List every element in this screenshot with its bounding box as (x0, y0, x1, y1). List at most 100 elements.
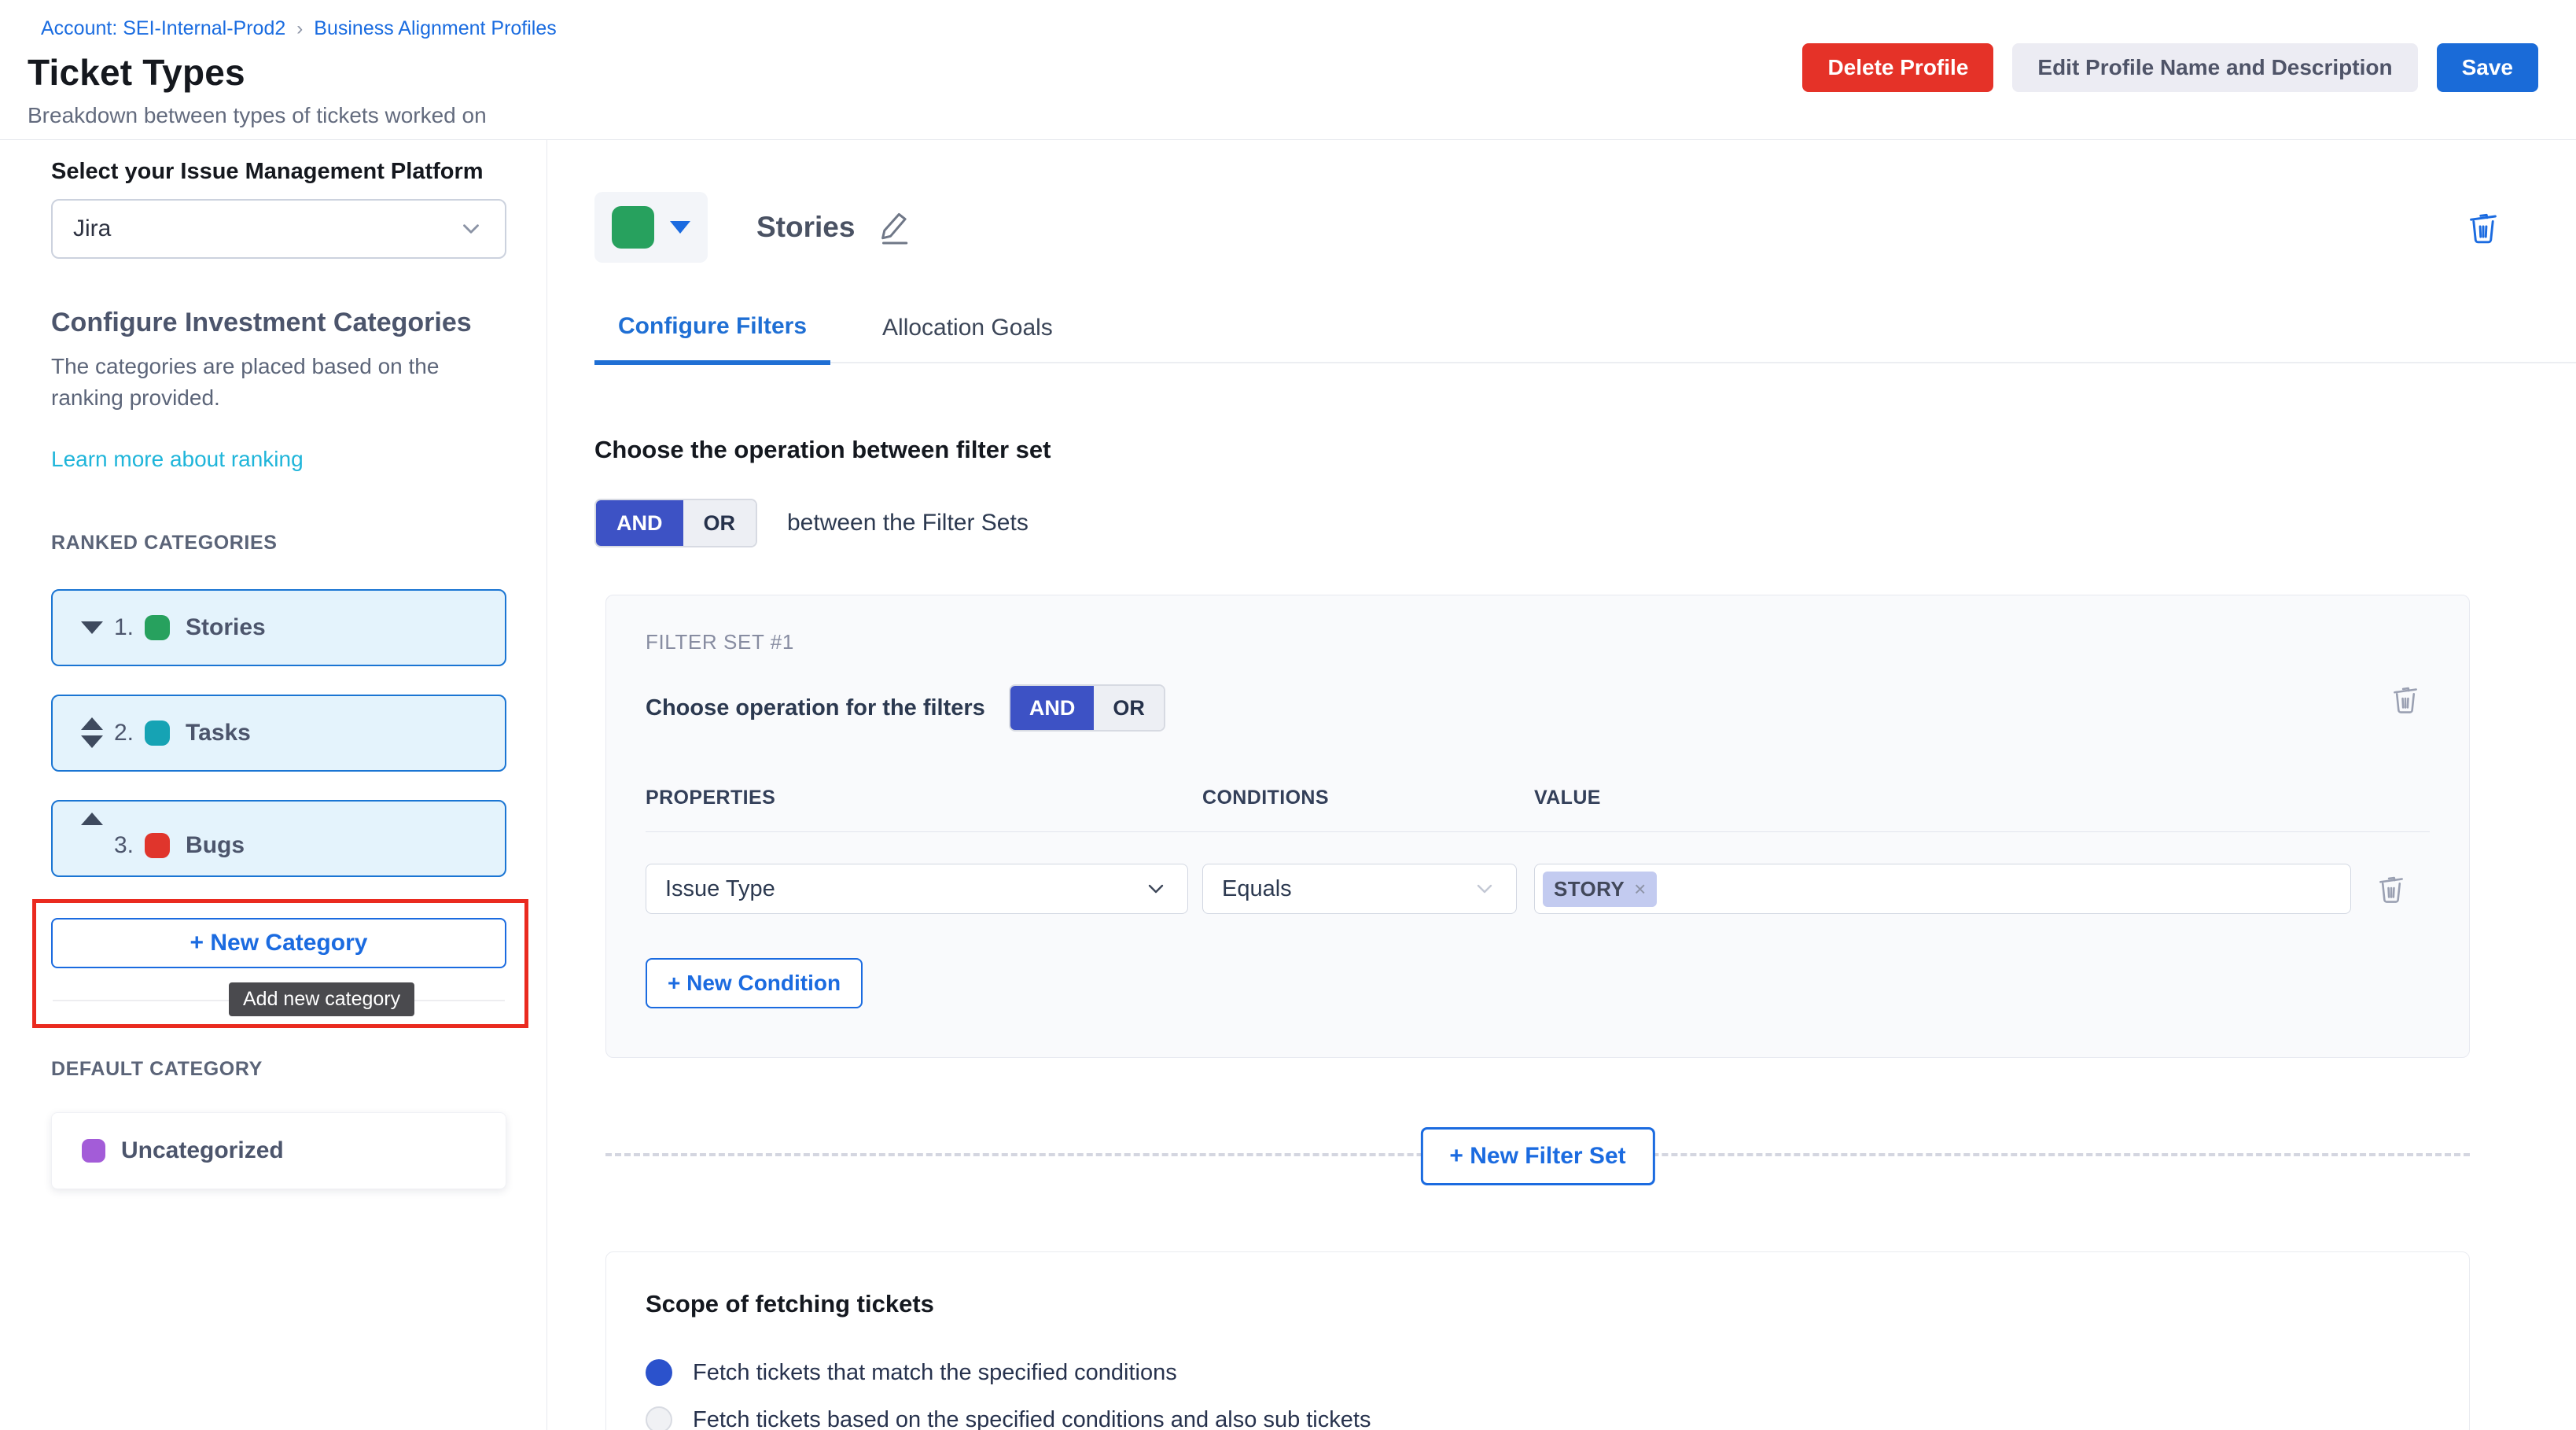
and-option[interactable]: AND (596, 500, 683, 546)
edit-category-name-icon[interactable] (875, 208, 913, 248)
category-color-dot (145, 721, 170, 746)
chevron-down-icon (1472, 876, 1497, 901)
top-bar: Account: SEI-Internal-Prod2 › Business A… (0, 0, 2576, 140)
new-condition-button[interactable]: + New Condition (646, 958, 863, 1008)
category-title: Stories (756, 211, 855, 244)
ranked-categories-label: RANKED CATEGORIES (51, 532, 506, 555)
scope-option-match[interactable]: Fetch tickets that match the specified c… (646, 1359, 2430, 1386)
ranked-category-list: 1. Stories 2. Tasks 3. Bugs (51, 589, 506, 877)
chevron-down-icon (458, 216, 484, 242)
or-option[interactable]: OR (683, 500, 756, 546)
tab-allocation-goals[interactable]: Allocation Goals (859, 315, 1076, 362)
breadcrumb-account-link[interactable]: Account: SEI-Internal-Prod2 (41, 17, 285, 40)
category-color-dot (145, 833, 170, 858)
delete-category-icon[interactable] (2463, 206, 2504, 249)
new-filter-set-button[interactable]: + New Filter Set (1420, 1127, 1654, 1185)
tab-bar: Configure Filters Allocation Goals (594, 313, 2576, 363)
filter-set-title: FILTER SET #1 (646, 630, 2430, 654)
category-name: Tasks (186, 720, 251, 746)
property-dropdown-value: Issue Type (665, 876, 775, 902)
category-card-stories[interactable]: 1. Stories (51, 589, 506, 666)
scope-option-label: Fetch tickets that match the specified c… (693, 1360, 1177, 1386)
new-category-button[interactable]: + New Category (51, 918, 506, 968)
category-color-dot (82, 1139, 105, 1163)
filter-operation-label: Choose operation for the filters (646, 695, 985, 721)
header-actions: Delete Profile Edit Profile Name and Des… (1802, 43, 2538, 92)
scope-title: Scope of fetching tickets (646, 1290, 2430, 1318)
or-option[interactable]: OR (1094, 686, 1164, 730)
sidebar: Select your Issue Management Platform Ji… (0, 140, 547, 1430)
breadcrumb-profiles-link[interactable]: Business Alignment Profiles (314, 17, 556, 40)
breadcrumb: Account: SEI-Internal-Prod2 › Business A… (41, 17, 2576, 40)
move-up-down-icon[interactable] (75, 717, 109, 748)
value-column-header: VALUE (1534, 787, 2430, 809)
and-option[interactable]: AND (1010, 686, 1095, 730)
category-color-picker[interactable] (594, 192, 708, 263)
toggle-caption: between the Filter Sets (787, 510, 1029, 536)
filter-set-operation-row: AND OR between the Filter Sets (594, 499, 2470, 547)
move-down-icon[interactable] (75, 621, 109, 634)
scope-options: Fetch tickets that match the specified c… (646, 1359, 2430, 1430)
edit-profile-button[interactable]: Edit Profile Name and Description (2012, 43, 2417, 92)
scope-option-label: Fetch tickets based on the specified con… (693, 1407, 1371, 1430)
properties-column-header: PROPERTIES (646, 787, 1202, 809)
category-color-dot (145, 615, 170, 640)
filters-and-or-toggle[interactable]: AND OR (1009, 684, 1165, 732)
and-or-toggle[interactable]: AND OR (594, 499, 757, 547)
platform-select-value: Jira (73, 216, 111, 242)
category-rank: 2. (114, 720, 134, 746)
new-filter-set-region: + New Filter Set (605, 1127, 2470, 1185)
page-body: Select your Issue Management Platform Ji… (0, 140, 2576, 1430)
move-up-icon[interactable] (75, 813, 109, 825)
save-button[interactable]: Save (2437, 43, 2538, 92)
category-header: Stories (594, 192, 2576, 263)
new-category-region: + New Category Add new category (51, 918, 506, 1019)
chip-remove-icon[interactable]: × (1634, 877, 1646, 901)
value-multiselect-input[interactable]: STORY × (1534, 864, 2351, 914)
radio-selected-icon[interactable] (646, 1359, 672, 1386)
chevron-down-icon (1143, 876, 1168, 901)
category-card-bugs[interactable]: 3. Bugs (51, 800, 506, 877)
tooltip-row: Add new category (51, 981, 506, 1019)
category-card-tasks[interactable]: 2. Tasks (51, 695, 506, 772)
radio-unselected-icon[interactable] (646, 1406, 672, 1430)
default-category-label: DEFAULT CATEGORY (51, 1058, 506, 1081)
tab-configure-filters[interactable]: Configure Filters (594, 313, 830, 365)
category-name: Bugs (186, 832, 245, 859)
delete-filter-set-icon[interactable] (2387, 680, 2423, 719)
main-content: Stories Configure F (547, 140, 2576, 1430)
investment-categories-description: The categories are placed based on the r… (51, 351, 506, 414)
filter-set-card: FILTER SET #1 Choose operation for the f… (605, 595, 2470, 1058)
platform-select-label: Select your Issue Management Platform (51, 159, 506, 185)
condition-dropdown[interactable]: Equals (1202, 864, 1517, 914)
filter-operation-row: Choose operation for the filters AND OR (646, 684, 2430, 732)
platform-select[interactable]: Jira (51, 199, 506, 259)
page-subtitle: Breakdown between types of tickets worke… (28, 103, 2576, 128)
filter-set-operation-heading: Choose the operation between filter set (594, 436, 2470, 464)
category-rank: 1. (114, 614, 134, 641)
divider (646, 831, 2430, 832)
color-swatch (612, 206, 654, 249)
investment-categories-title: Configure Investment Categories (51, 308, 506, 338)
learn-more-ranking-link[interactable]: Learn more about ranking (51, 447, 304, 472)
filter-column-headers: PROPERTIES CONDITIONS VALUE (646, 787, 2430, 809)
caret-down-icon (670, 221, 690, 234)
scope-option-subtickets[interactable]: Fetch tickets based on the specified con… (646, 1406, 2430, 1430)
property-dropdown[interactable]: Issue Type (646, 864, 1188, 914)
value-chip: STORY × (1543, 872, 1657, 907)
scope-card: Scope of fetching tickets Fetch tickets … (605, 1251, 2470, 1430)
category-name: Stories (186, 614, 266, 641)
add-new-category-tooltip: Add new category (229, 982, 414, 1016)
value-chip-label: STORY (1554, 877, 1625, 901)
ticket-types-page: Account: SEI-Internal-Prod2 › Business A… (0, 0, 2576, 1430)
category-name: Uncategorized (121, 1137, 284, 1164)
filters-panel: Choose the operation between filter set … (594, 436, 2576, 1430)
condition-dropdown-value: Equals (1222, 876, 1292, 902)
delete-condition-icon[interactable] (2373, 870, 2409, 908)
filter-condition-row: Issue Type Equals (646, 864, 2430, 914)
delete-profile-button[interactable]: Delete Profile (1802, 43, 1993, 92)
conditions-column-header: CONDITIONS (1202, 787, 1534, 809)
category-rank: 3. (114, 832, 134, 859)
default-category-card: Uncategorized (51, 1112, 506, 1189)
breadcrumb-separator: › (296, 18, 303, 40)
